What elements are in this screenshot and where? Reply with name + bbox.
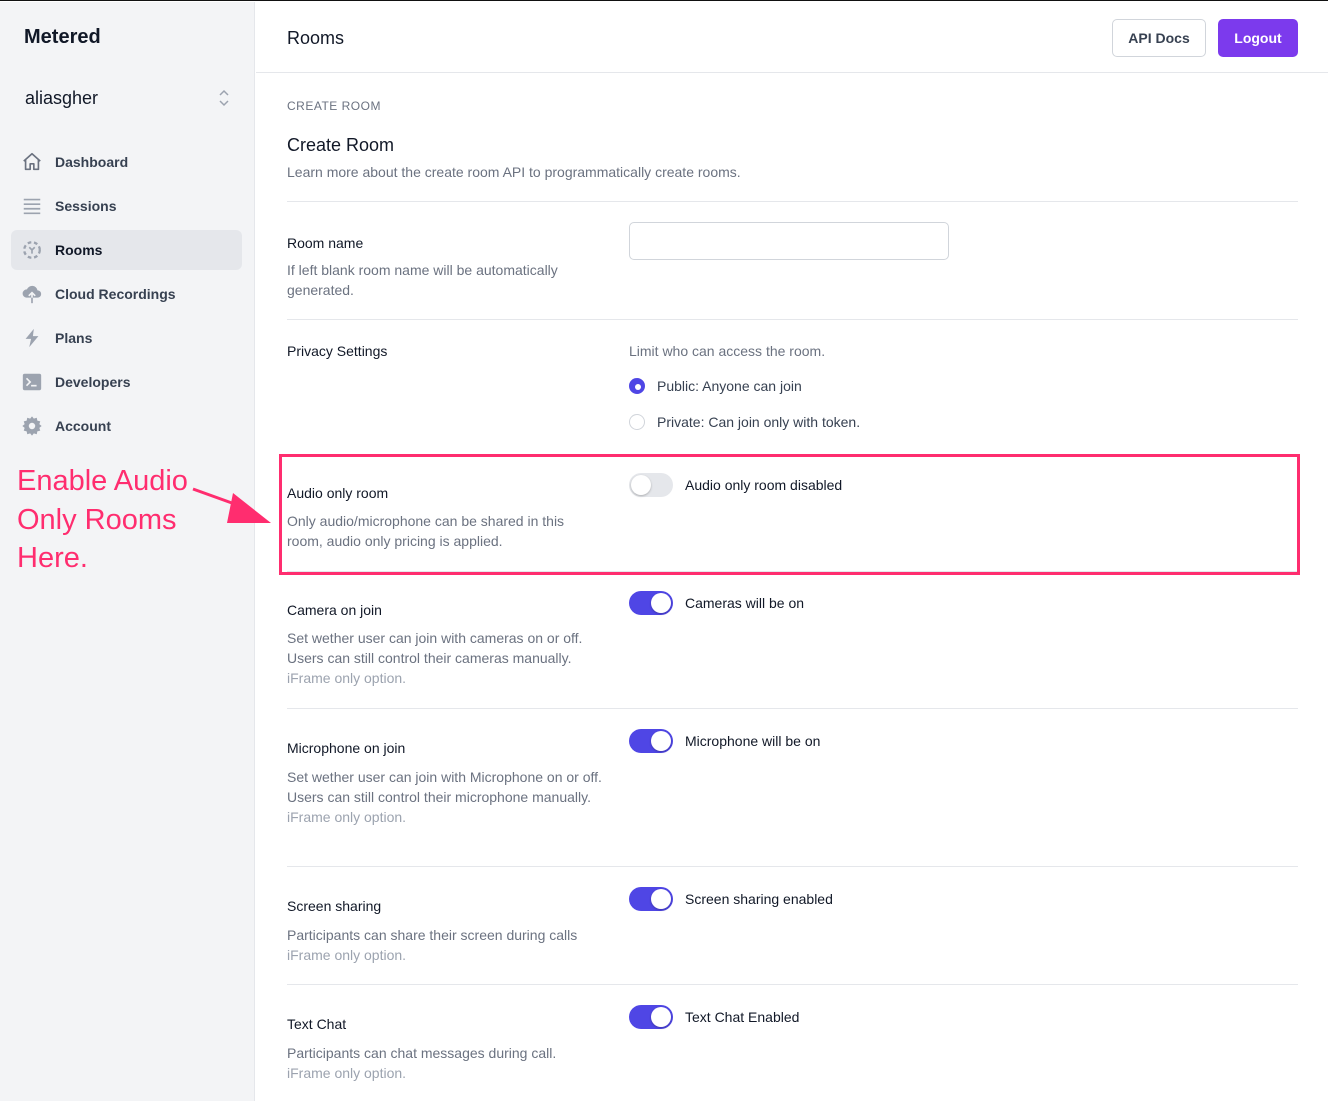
radio-private[interactable] (629, 414, 645, 430)
text-chat-description-text: Participants can chat messages during ca… (287, 1045, 557, 1061)
home-icon (21, 151, 43, 173)
privacy-public-radio[interactable]: Public: Anyone can join (629, 378, 802, 394)
brand-logo: Metered (24, 26, 101, 48)
toggle-knob (651, 593, 671, 613)
toggle-knob (651, 1007, 671, 1027)
radio-public-label: Public: Anyone can join (657, 378, 802, 394)
api-docs-button[interactable]: API Docs (1112, 19, 1206, 57)
text-chat-toggle[interactable] (629, 1005, 673, 1029)
text-chat-toggle-wrap: Text Chat Enabled (629, 1005, 799, 1029)
page-title: Rooms (287, 28, 345, 48)
room-name-description: If left blank room name will be automati… (287, 262, 558, 298)
rooms-icon (21, 239, 43, 261)
sidebar-item-label: Sessions (55, 198, 117, 214)
camera-row: Camera on join Set wether user can join … (287, 572, 1298, 708)
toggle-knob (651, 889, 671, 909)
microphone-toggle[interactable] (629, 729, 673, 753)
camera-description: Set wether user can join with cameras on… (287, 628, 607, 688)
sidebar: Metered aliasgher Dashboard Sessions Roo… (0, 2, 255, 1101)
microphone-label: Microphone on join (287, 740, 406, 756)
microphone-note: iFrame only option. (287, 809, 407, 825)
screen-sharing-description: Participants can share their screen duri… (287, 925, 617, 965)
sidebar-item-cloud-recordings[interactable]: Cloud Recordings (11, 274, 242, 314)
screen-sharing-note: iFrame only option. (287, 947, 407, 963)
text-chat-description: Participants can chat messages during ca… (287, 1043, 607, 1083)
text-chat-row: Text Chat Participants can chat messages… (287, 985, 1298, 1101)
camera-toggle[interactable] (629, 591, 673, 615)
text-chat-label: Text Chat (287, 1016, 347, 1032)
audio-only-label: Audio only room (287, 485, 389, 501)
audio-only-description: Only audio/microphone can be shared in t… (287, 513, 565, 549)
radio-public[interactable] (629, 378, 645, 394)
section-eyebrow: CREATE ROOM (287, 99, 381, 113)
screen-sharing-toggle[interactable] (629, 887, 673, 911)
sidebar-item-label: Rooms (55, 242, 103, 258)
gear-icon (21, 415, 43, 437)
audio-only-toggle-wrap: Audio only room disabled (629, 473, 842, 497)
sidebar-item-label: Dashboard (55, 154, 129, 170)
room-name-row: Room name If left blank room name will b… (287, 202, 1298, 320)
sidebar-item-label: Developers (55, 374, 131, 390)
toggle-knob (631, 475, 651, 495)
camera-label: Camera on join (287, 602, 382, 618)
terminal-icon (21, 371, 43, 393)
audio-only-status: Audio only room disabled (685, 477, 843, 493)
audio-only-toggle[interactable] (629, 473, 673, 497)
screen-sharing-status: Screen sharing enabled (685, 891, 833, 907)
top-header: Rooms API Docs Logout (256, 2, 1328, 73)
section-subtitle: Learn more about the create room API to … (287, 164, 741, 180)
screen-sharing-label: Screen sharing (287, 898, 382, 914)
toggle-knob (651, 731, 671, 751)
sidebar-nav: Dashboard Sessions Rooms Cloud Recording… (11, 142, 242, 450)
privacy-private-radio[interactable]: Private: Can join only with token. (629, 414, 860, 430)
chevron-up-down-icon (219, 89, 229, 107)
section-title: Create Room (287, 135, 395, 155)
lightning-icon (21, 327, 43, 349)
room-name-label: Room name (287, 235, 364, 251)
camera-description-text: Set wether user can join with cameras on… (287, 630, 583, 666)
camera-status: Cameras will be on (685, 595, 805, 611)
account-switcher[interactable]: aliasgher (25, 86, 230, 110)
sidebar-item-rooms[interactable]: Rooms (11, 230, 242, 270)
privacy-label: Privacy Settings (287, 343, 388, 359)
camera-toggle-wrap: Cameras will be on (629, 591, 804, 615)
cloud-upload-icon (21, 283, 43, 305)
microphone-description: Set wether user can join with Microphone… (287, 767, 607, 827)
privacy-row: Privacy Settings Limit who can access th… (287, 320, 1298, 450)
screen-sharing-row: Screen sharing Participants can share th… (287, 867, 1298, 984)
sidebar-item-sessions[interactable]: Sessions (11, 186, 242, 226)
text-chat-note: iFrame only option. (287, 1065, 407, 1081)
microphone-toggle-wrap: Microphone will be on (629, 729, 820, 753)
screen-sharing-description-text: Participants can share their screen duri… (287, 927, 578, 943)
screen-sharing-toggle-wrap: Screen sharing enabled (629, 887, 833, 911)
room-name-input[interactable] (629, 222, 949, 260)
logout-button[interactable]: Logout (1218, 19, 1298, 57)
radio-private-label: Private: Can join only with token. (657, 414, 861, 430)
privacy-help: Limit who can access the room. (629, 343, 826, 359)
text-chat-status: Text Chat Enabled (685, 1009, 800, 1025)
annotation-arrow-icon (192, 487, 271, 523)
sidebar-item-developers[interactable]: Developers (11, 362, 242, 402)
menu-lines-icon (21, 195, 43, 217)
microphone-description-text: Set wether user can join with Microphone… (287, 769, 602, 805)
sidebar-item-label: Account (55, 418, 111, 434)
microphone-row: Microphone on join Set wether user can j… (287, 709, 1298, 866)
account-name: aliasgher (25, 87, 99, 108)
sidebar-item-plans[interactable]: Plans (11, 318, 242, 358)
sidebar-item-label: Plans (55, 330, 93, 346)
camera-note: iFrame only option. (287, 670, 407, 686)
audio-only-row: Audio only room Only audio/microphone ca… (287, 457, 1298, 575)
sidebar-item-label: Cloud Recordings (55, 286, 176, 302)
sidebar-item-dashboard[interactable]: Dashboard (11, 142, 242, 182)
microphone-status: Microphone will be on (685, 733, 821, 749)
sidebar-item-account[interactable]: Account (11, 406, 242, 446)
